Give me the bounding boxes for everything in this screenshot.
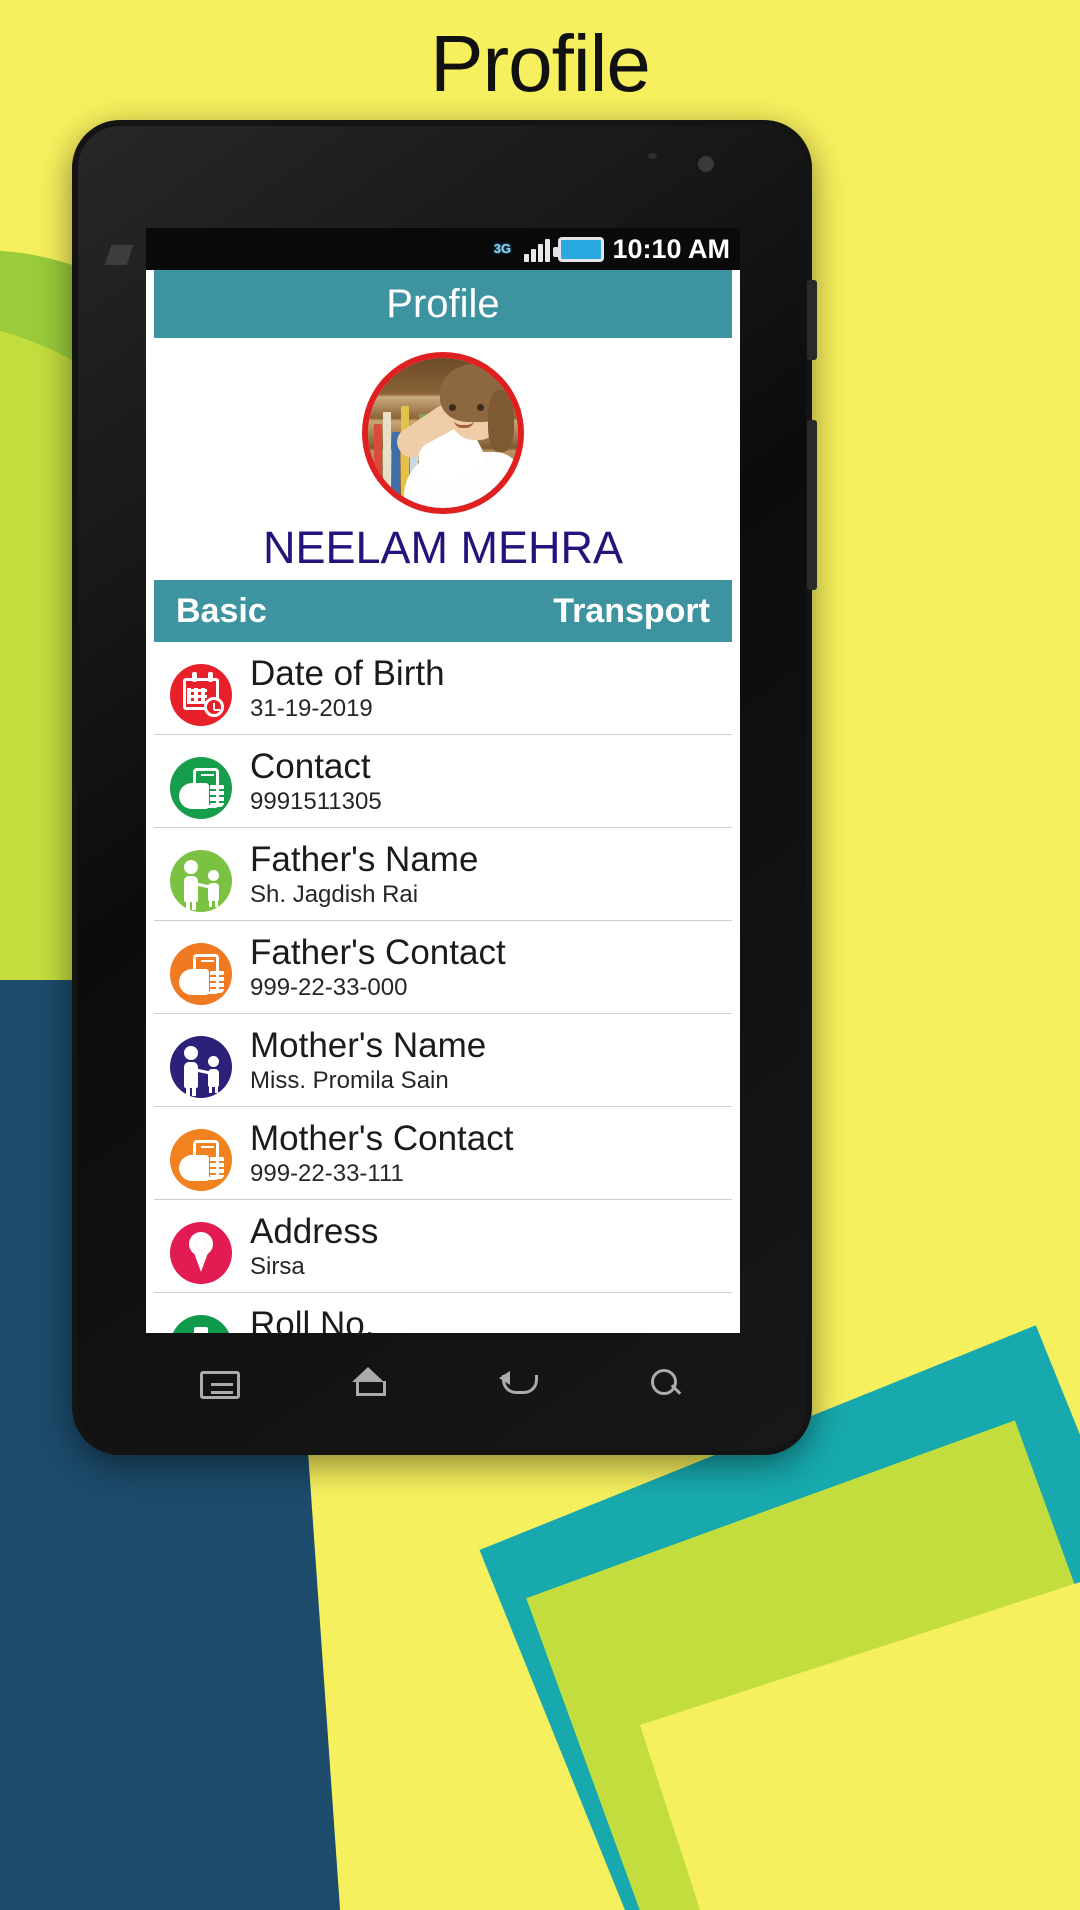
row-value: Miss. Promila Sain <box>250 1067 449 1095</box>
table-row[interactable]: Mother's Contact 999-22-33-111 <box>154 1107 732 1200</box>
avatar-eye-left <box>449 404 456 411</box>
parent-child-icon <box>170 850 232 912</box>
home-icon[interactable] <box>347 1363 389 1401</box>
tablet-device-frame: 3G 10:10 AM Profile NEELAM MEHRA Basic T… <box>72 120 817 1455</box>
table-row[interactable]: Roll No. 21 <box>154 1293 732 1333</box>
menu-icon[interactable] <box>199 1370 240 1399</box>
row-label: Date of Birth <box>250 654 445 693</box>
id-badge-icon <box>170 1315 232 1333</box>
tab-bar: Basic Transport <box>154 580 732 642</box>
row-value: 31-19-2019 <box>250 695 373 723</box>
avatar-hair-side <box>488 390 514 452</box>
system-navigation-bar <box>146 1337 740 1427</box>
profile-name: NEELAM MEHRA <box>262 522 624 573</box>
row-value: 999-22-33-000 <box>250 974 408 1002</box>
calendar-clock-icon <box>170 664 232 726</box>
page-title: Profile <box>430 19 651 108</box>
app-bar: Profile <box>146 270 740 338</box>
tab-basic[interactable]: Basic <box>176 592 267 631</box>
table-row[interactable]: Address Sirsa <box>154 1200 732 1293</box>
row-label: Roll No. <box>250 1305 375 1333</box>
phone-hand-icon <box>170 1129 232 1191</box>
app-bar-title: Profile <box>386 281 500 326</box>
volume-button[interactable] <box>807 280 817 360</box>
row-label: Address <box>250 1212 379 1251</box>
avatar[interactable] <box>362 352 524 514</box>
network-type-label: 3G <box>493 241 512 256</box>
table-row[interactable]: Mother's Name Miss. Promila Sain <box>154 1014 732 1107</box>
status-bar: 3G 10:10 AM <box>146 228 740 270</box>
back-icon[interactable] <box>496 1363 538 1401</box>
row-label: Mother's Contact <box>250 1119 514 1158</box>
table-row[interactable]: Date of Birth 31-19-2019 <box>154 642 732 735</box>
device-screen: 3G 10:10 AM Profile NEELAM MEHRA Basic T… <box>146 228 740 1333</box>
row-value: 999-22-33-111 <box>250 1160 404 1188</box>
profile-header: NEELAM MEHRA <box>146 338 740 580</box>
row-label: Father's Name <box>250 840 479 879</box>
row-value: Sirsa <box>250 1253 305 1281</box>
sensor-icon <box>648 153 657 159</box>
phone-hand-icon <box>170 757 232 819</box>
status-bar-clock: 10:10 AM <box>612 233 730 264</box>
search-icon[interactable] <box>645 1363 687 1401</box>
phone-hand-icon <box>170 943 232 1005</box>
row-label: Contact <box>250 747 371 786</box>
table-row[interactable]: Father's Contact 999-22-33-000 <box>154 921 732 1014</box>
table-row[interactable]: Contact 9991511305 <box>154 735 732 828</box>
row-value: 9991511305 <box>250 788 382 816</box>
3g-signal-icon: 3G <box>488 236 516 262</box>
power-button[interactable] <box>807 420 817 590</box>
row-label: Father's Contact <box>250 933 506 972</box>
parent-child-icon <box>170 1036 232 1098</box>
battery-icon <box>553 236 605 262</box>
tab-transport[interactable]: Transport <box>553 592 710 631</box>
profile-detail-list: Date of Birth 31-19-2019 Contact 9991511… <box>146 642 740 1333</box>
table-row[interactable]: Father's Name Sh. Jagdish Rai <box>154 828 732 921</box>
avatar-eye-right <box>477 404 484 411</box>
map-pin-icon <box>170 1222 232 1284</box>
front-camera-icon <box>698 156 714 172</box>
row-value: Sh. Jagdish Rai <box>250 881 419 909</box>
row-label: Mother's Name <box>250 1026 487 1065</box>
signal-bars-icon <box>524 236 551 262</box>
